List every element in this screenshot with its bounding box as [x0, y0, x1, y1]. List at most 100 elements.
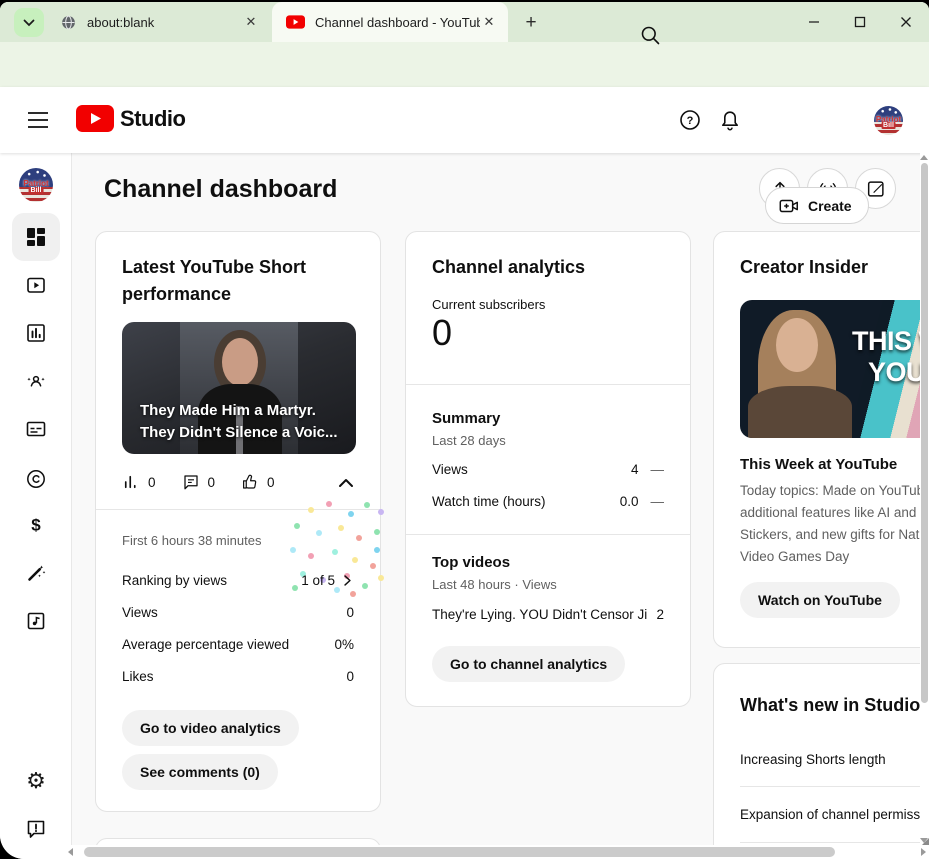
watch-on-youtube-button[interactable]: Watch on YouTube: [740, 582, 900, 618]
create-video-icon: [778, 195, 800, 217]
send-feedback-icon[interactable]: [24, 817, 48, 841]
card-title: Latest YouTube Short performance: [122, 254, 356, 308]
latest-short-card: Latest YouTube Short performance They Ma…: [95, 231, 381, 812]
vertical-scrollbar[interactable]: [920, 153, 929, 845]
window-close-button[interactable]: [885, 2, 927, 42]
subscribers-label: Current subscribers: [432, 294, 664, 314]
settings-icon[interactable]: ⚙: [24, 769, 48, 793]
close-icon: [900, 16, 912, 28]
tab-close-icon[interactable]: ✕: [480, 13, 498, 31]
summary-period: Last 28 days: [432, 433, 506, 448]
edit-pencil-icon: [865, 178, 887, 200]
metric-value: 0: [346, 669, 354, 684]
insider-thumbnail[interactable]: THIS WEEK YOUTUBE: [740, 300, 929, 438]
window-minimize-button[interactable]: [793, 2, 835, 42]
trend-dash: —: [651, 494, 665, 509]
dashboard-icon: [24, 225, 48, 249]
tab-about-blank[interactable]: about:blank ✕: [46, 2, 270, 42]
hamburger-menu-icon[interactable]: [26, 109, 50, 131]
insider-video-title: This Week at YouTube: [740, 456, 897, 473]
short-stats-row: 0 0 0: [122, 472, 354, 492]
subtitles-icon[interactable]: [24, 417, 48, 441]
globe-icon: [60, 14, 77, 31]
scroll-up-icon[interactable]: [920, 155, 928, 160]
short-thumbnail[interactable]: They Made Him a Martyr. They Didn't Sile…: [122, 322, 356, 454]
views-bars-icon: [122, 473, 140, 491]
thumbnail-art: [748, 386, 852, 438]
page-title: Channel dashboard: [104, 175, 337, 204]
metric-label: Average percentage viewed: [122, 637, 289, 652]
go-to-video-analytics-button[interactable]: Go to video analytics: [122, 710, 299, 746]
subscribers-value: 0: [432, 312, 452, 354]
top-video-views: 2: [656, 607, 664, 622]
top-videos-period: Last 48 hours · Views: [432, 577, 557, 592]
whats-new-item[interactable]: Expansion of channel permissions: [740, 804, 929, 824]
copyright-icon[interactable]: [24, 467, 48, 491]
metric-value: 0: [346, 605, 354, 620]
avatar-text-2: Bill: [29, 187, 44, 194]
see-comments-button[interactable]: See comments (0): [122, 754, 278, 790]
tab-search-button[interactable]: [14, 8, 44, 37]
thumbnail-art: [776, 318, 818, 372]
scroll-right-icon[interactable]: [921, 848, 926, 856]
whats-new-item[interactable]: Increasing Shorts length: [740, 749, 929, 769]
create-button-label: Create: [808, 198, 852, 214]
studio-logo[interactable]: Studio: [76, 105, 185, 132]
youtube-logo-icon: [76, 105, 114, 132]
dashboard-content: Channel dashboard Latest YouTube Short p…: [72, 153, 929, 859]
tab-channel-dashboard[interactable]: Channel dashboard - YouTub ✕: [272, 2, 508, 42]
summary-value: 0.0: [620, 494, 639, 509]
summary-row-watch-time: Watch time (hours) 0.0 —: [432, 491, 664, 511]
comments-icon: [182, 473, 200, 491]
summary-label: Watch time (hours): [432, 494, 546, 509]
horizontal-scrollbar-thumb[interactable]: [84, 847, 835, 857]
sidebar-item-dashboard[interactable]: [12, 213, 60, 261]
minimize-icon: [808, 16, 820, 28]
thumbnail-art: [222, 338, 258, 386]
horizontal-scrollbar[interactable]: [36, 845, 929, 859]
divider: [96, 509, 380, 510]
search-icon[interactable]: [638, 23, 662, 47]
metric-row-avg-viewed: Average percentage viewed 0%: [122, 634, 354, 654]
collapse-chevron-icon[interactable]: [338, 477, 354, 488]
create-button[interactable]: Create: [765, 187, 869, 224]
svg-text:?: ?: [687, 115, 694, 127]
divider: [740, 842, 929, 843]
tab-close-icon[interactable]: ✕: [242, 13, 260, 31]
youtube-favicon: [286, 15, 305, 29]
help-icon[interactable]: ?: [678, 108, 702, 132]
analytics-icon[interactable]: [24, 321, 48, 345]
vertical-scrollbar-thumb[interactable]: [921, 163, 928, 703]
first-hours-label: First 6 hours 38 minutes: [122, 530, 354, 550]
content-icon[interactable]: [24, 273, 48, 297]
short-likes-count: 0: [267, 475, 275, 490]
whats-new-card: What's new in Studio Increasing Shorts l…: [713, 663, 929, 859]
svg-text:$: $: [31, 516, 41, 535]
audio-library-icon[interactable]: [24, 609, 48, 633]
thumbs-up-icon: [241, 473, 259, 491]
sidebar-channel-avatar[interactable]: Patriot Bill: [19, 168, 53, 202]
go-to-channel-analytics-button[interactable]: Go to channel analytics: [432, 646, 625, 682]
tab-title: Channel dashboard - YouTub: [315, 15, 480, 30]
insider-description: Today topics: Made on YouTube additional…: [740, 480, 929, 568]
window-maximize-button[interactable]: [839, 2, 881, 42]
top-videos-title: Top videos: [432, 554, 510, 571]
divider: [406, 384, 690, 385]
insider-thumb-text: THIS WEEK YOUTUBE: [852, 326, 929, 388]
trend-dash: —: [651, 462, 665, 477]
tab-title: about:blank: [87, 15, 242, 30]
top-video-row[interactable]: They're Lying. YOU Didn't Censor Jim... …: [432, 604, 664, 624]
chevron-down-icon: [23, 19, 35, 27]
scroll-left-icon[interactable]: [68, 848, 73, 856]
channel-avatar[interactable]: Patriot Bill: [874, 106, 903, 135]
creator-insider-card: Creator Insider THIS WEEK YOUTUBE This W…: [713, 231, 929, 648]
studio-brand-text: Studio: [120, 106, 185, 132]
new-tab-button[interactable]: +: [518, 10, 544, 36]
community-icon[interactable]: [24, 369, 48, 393]
metric-row-ranking[interactable]: Ranking by views 1 of 5: [122, 570, 354, 590]
notifications-bell-icon[interactable]: [718, 108, 742, 132]
earn-icon[interactable]: $: [24, 513, 48, 537]
resize-grip: [922, 838, 929, 845]
chevron-right-icon: [341, 574, 354, 587]
customization-icon[interactable]: [24, 561, 48, 585]
